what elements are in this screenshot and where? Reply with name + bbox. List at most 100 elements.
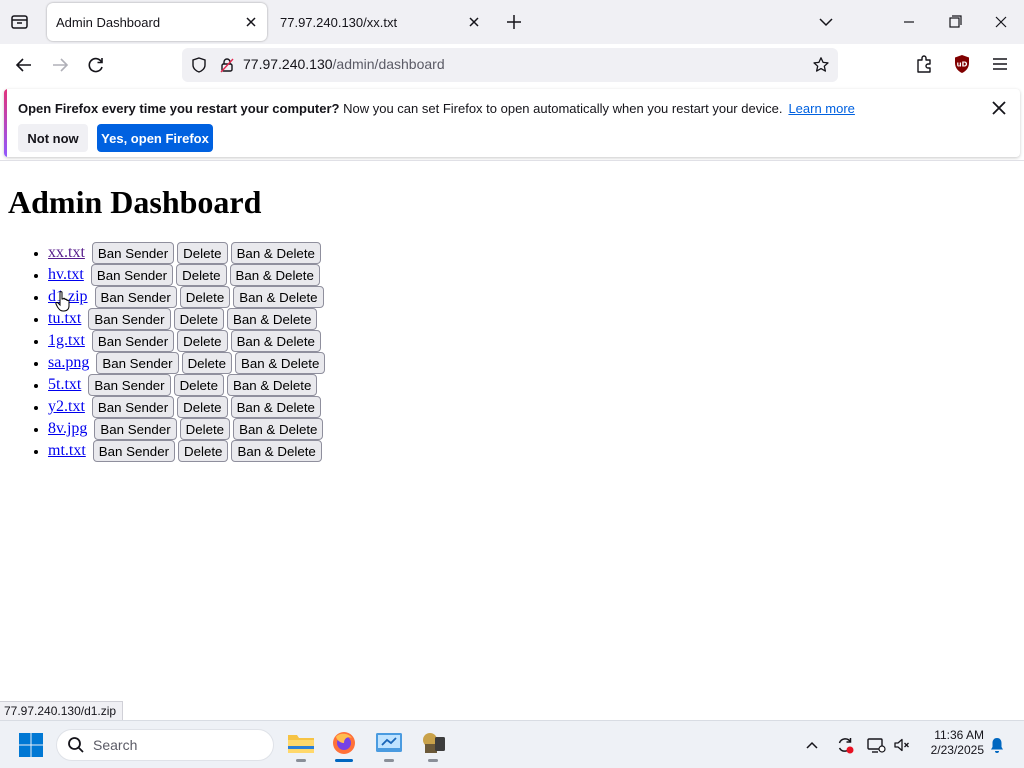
ban-sender-button[interactable]: Ban Sender (88, 374, 171, 397)
tab-title: Admin Dashboard (56, 14, 161, 30)
file-list-item: xx.txt Ban SenderDeleteBan & Delete (48, 242, 325, 265)
ban-and-delete-button[interactable]: Ban & Delete (233, 418, 324, 441)
file-link[interactable]: hv.txt (48, 266, 84, 283)
ban-and-delete-button[interactable]: Ban & Delete (235, 352, 326, 375)
chevron-up-icon[interactable] (804, 737, 820, 753)
notification-body: Now you can set Firefox to open automati… (343, 101, 783, 116)
file-link[interactable]: mt.txt (48, 442, 86, 459)
network-icon[interactable] (866, 735, 886, 755)
taskbar-search-box[interactable]: Search (56, 729, 274, 761)
hand-pointer-cursor-icon (55, 290, 71, 312)
system-clock[interactable]: 11:36 AM 2/23/2025 (918, 728, 984, 758)
delete-button[interactable]: Delete (173, 374, 225, 397)
delete-button[interactable]: Delete (177, 330, 228, 353)
ban-and-delete-button[interactable]: Ban & Delete (230, 396, 321, 419)
delete-button[interactable]: Delete (176, 264, 227, 287)
file-link[interactable]: sa.png (48, 354, 89, 371)
url-path: /admin/dashboard (332, 56, 445, 72)
running-indicator (384, 759, 394, 762)
ban-and-delete-button[interactable]: Ban & Delete (227, 374, 318, 397)
tab-xx-txt[interactable]: 77.97.240.130/xx.txt (272, 3, 490, 41)
delete-button[interactable]: Delete (179, 418, 231, 441)
file-list-item: y2.txt Ban SenderDeleteBan & Delete (48, 396, 325, 419)
file-list-item: 8v.jpg Ban SenderDeleteBan & Delete (48, 418, 325, 441)
file-list-item: tu.txt Ban SenderDeleteBan & Delete (48, 308, 325, 331)
delete-button[interactable]: Delete (179, 286, 231, 309)
bookmark-star-icon[interactable] (812, 56, 830, 74)
delete-button[interactable]: Delete (177, 242, 228, 265)
learn-more-link[interactable]: Learn more (788, 101, 854, 116)
file-link[interactable]: xx.txt (48, 244, 85, 261)
ban-and-delete-button[interactable]: Ban & Delete (227, 308, 318, 331)
ban-and-delete-button[interactable]: Ban & Delete (230, 242, 321, 265)
delete-button[interactable]: Delete (181, 352, 232, 375)
file-link[interactable]: 8v.jpg (48, 420, 87, 437)
svg-text:uD: uD (957, 61, 968, 69)
ban-and-delete-button[interactable]: Ban & Delete (229, 264, 320, 287)
delete-button[interactable]: Delete (177, 396, 228, 419)
close-icon[interactable] (990, 99, 1008, 117)
ban-sender-button[interactable]: Ban Sender (91, 330, 175, 353)
window-close-icon[interactable] (990, 12, 1012, 32)
tracking-protection-shield-icon[interactable] (190, 56, 208, 74)
hamburger-menu-icon[interactable] (990, 53, 1010, 75)
control-panel-icon[interactable] (373, 729, 405, 762)
windows-start-icon[interactable] (18, 732, 44, 758)
file-list-item: mt.txt Ban SenderDeleteBan & Delete (48, 440, 325, 463)
sync-update-icon[interactable] (835, 735, 855, 755)
tab-title: 77.97.240.130/xx.txt (280, 14, 398, 30)
address-bar[interactable]: 77.97.240.130/admin/dashboard (182, 48, 838, 82)
file-link[interactable]: 5t.txt (48, 376, 81, 393)
ban-sender-button[interactable]: Ban Sender (90, 264, 174, 287)
ban-and-delete-button[interactable]: Ban & Delete (233, 286, 324, 309)
ban-sender-button[interactable]: Ban Sender (94, 418, 177, 441)
ban-and-delete-button[interactable]: Ban & Delete (230, 330, 321, 353)
minimize-icon[interactable] (898, 12, 920, 32)
forward-arrow-icon[interactable] (48, 53, 72, 77)
ban-sender-button[interactable]: Ban Sender (92, 440, 176, 463)
clock-time: 11:36 AM (934, 728, 984, 742)
app-icon[interactable] (417, 729, 449, 762)
ban-sender-button[interactable]: Ban Sender (94, 286, 177, 309)
tab-admin-dashboard[interactable]: Admin Dashboard (47, 3, 267, 41)
chevron-down-icon[interactable] (816, 12, 836, 32)
close-icon[interactable] (241, 12, 261, 32)
file-link[interactable]: y2.txt (48, 398, 85, 415)
search-placeholder: Search (93, 737, 138, 753)
tab-strip: Admin Dashboard 77.97.240.130/xx.txt (0, 0, 1024, 44)
ban-sender-button[interactable]: Ban Sender (88, 308, 171, 331)
delete-button[interactable]: Delete (178, 440, 229, 463)
extensions-puzzle-icon[interactable] (914, 53, 934, 75)
new-tab-plus-icon[interactable] (504, 12, 524, 32)
list-all-tabs-icon[interactable] (8, 11, 32, 33)
ban-sender-button[interactable]: Ban Sender (96, 352, 179, 375)
firefox-icon[interactable] (328, 729, 360, 762)
restore-window-icon[interactable] (944, 12, 966, 32)
back-arrow-icon[interactable] (12, 53, 36, 77)
open-firefox-button[interactable]: Yes, open Firefox (97, 124, 213, 152)
file-link[interactable]: tu.txt (48, 310, 81, 327)
file-list: xx.txt Ban SenderDeleteBan & Deletehv.tx… (0, 242, 326, 463)
notification-title: Open Firefox every time you restart your… (18, 101, 340, 116)
file-link[interactable]: 1g.txt (48, 332, 85, 349)
delete-button[interactable]: Delete (173, 308, 225, 331)
navigation-toolbar: 77.97.240.130/admin/dashboard (0, 44, 1024, 86)
ban-sender-button[interactable]: Ban Sender (91, 396, 175, 419)
close-icon[interactable] (464, 12, 484, 32)
volume-muted-icon[interactable] (892, 735, 912, 755)
ban-and-delete-button[interactable]: Ban & Delete (231, 440, 322, 463)
site-info-icon[interactable] (218, 56, 236, 74)
ublock-origin-shield-icon[interactable]: uD (952, 53, 972, 75)
taskbar: Search 11:36 AM 2/23/2025 (0, 720, 1024, 768)
url-text: 77.97.240.130/admin/dashboard (243, 56, 445, 72)
file-list-item: 5t.txt Ban SenderDeleteBan & Delete (48, 374, 325, 397)
ban-sender-button[interactable]: Ban Sender (91, 242, 175, 265)
notification-message: Open Firefox every time you restart your… (18, 101, 855, 116)
file-explorer-icon[interactable] (285, 729, 317, 762)
page-title: Admin Dashboard (8, 184, 262, 220)
clock-date: 2/23/2025 (930, 743, 984, 757)
notification-bell-icon[interactable] (988, 736, 1006, 754)
running-indicator (296, 759, 306, 762)
reload-icon[interactable] (84, 53, 108, 77)
not-now-button[interactable]: Not now (18, 124, 88, 152)
